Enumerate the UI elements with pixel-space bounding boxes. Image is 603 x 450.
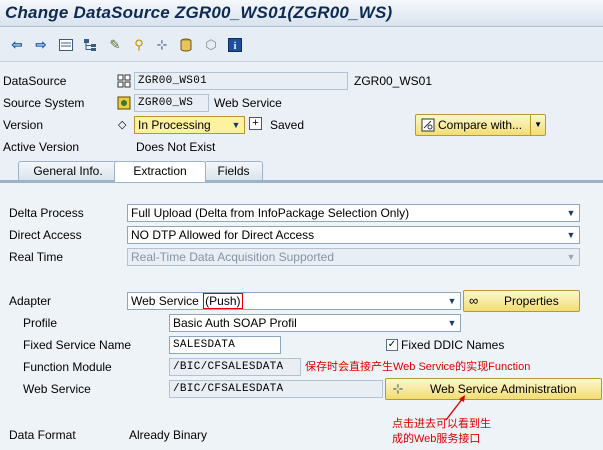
source-system-label: Source System xyxy=(3,96,85,110)
web-service-administration-button[interactable]: ⊹ Web Service Administration xyxy=(385,378,602,400)
direct-access-value: NO DTP Allowed for Direct Access xyxy=(131,228,315,242)
chevron-down-icon[interactable]: ▼ xyxy=(564,206,578,220)
compare-with-label: Compare with... xyxy=(438,118,523,132)
chevron-down-icon[interactable]: ▼ xyxy=(564,228,578,242)
object-icon[interactable]: ⬡ xyxy=(203,37,219,53)
datasource-field: ZGR00_WS01 xyxy=(134,72,348,90)
fixed-service-name-input[interactable]: SALESDATA xyxy=(169,336,281,354)
profile-dropdown[interactable]: Basic Auth SOAP Profil ▼ xyxy=(169,314,461,332)
svg-text:i: i xyxy=(234,41,237,52)
delta-process-value: Full Upload (Delta from InfoPackage Sele… xyxy=(131,206,410,220)
function-module-field: /BIC/CFSALESDATA xyxy=(169,358,301,376)
properties-label: Properties xyxy=(504,294,559,308)
fixed-ddic-checkbox[interactable]: ✓ xyxy=(386,339,398,351)
adapter-label: Adapter xyxy=(9,294,52,308)
chevron-down-icon: ▼ xyxy=(566,252,576,262)
compare-icon xyxy=(420,117,436,133)
version-label: Version xyxy=(3,118,44,132)
fixed-service-name-label: Fixed Service Name xyxy=(23,338,132,352)
tab-general-info[interactable]: General Info. xyxy=(18,161,118,181)
annotation-web-service-note-line2: 成的Web服务接口 xyxy=(392,433,481,445)
version-status: Saved xyxy=(270,118,305,132)
annotation-web-service-note-line1: 点击进去可以看到生 xyxy=(392,418,491,430)
annotation-function-note: 保存时会直接产生Web Service的实现Function xyxy=(305,361,531,373)
real-time-dropdown: Real-Time Data Acquisition Supported ▼ xyxy=(127,248,580,266)
delta-process-dropdown[interactable]: Full Upload (Delta from InfoPackage Sele… xyxy=(127,204,580,222)
fixed-ddic-label: Fixed DDIC Names xyxy=(401,338,505,352)
glasses-icon: ∞ xyxy=(469,293,479,308)
datasource-label: DataSource xyxy=(3,74,67,88)
direct-access-dropdown[interactable]: NO DTP Allowed for Direct Access ▼ xyxy=(127,226,580,244)
delta-process-label: Delta Process xyxy=(9,206,84,220)
title-bar: Change DataSource ZGR00_WS01(ZGR00_WS) xyxy=(0,0,603,27)
web-service-field: /BIC/CFSALESDATA xyxy=(169,380,383,398)
add-version-icon[interactable]: + xyxy=(249,117,262,130)
profile-label: Profile xyxy=(23,316,58,330)
real-time-label: Real Time xyxy=(9,250,64,264)
window-title: Change DataSource ZGR00_WS01(ZGR00_WS) xyxy=(5,3,393,22)
version-value: In Processing xyxy=(138,118,211,132)
sap-window: Change DataSource ZGR00_WS01(ZGR00_WS) ⇦… xyxy=(0,0,603,450)
source-system-icon xyxy=(116,95,132,111)
adapter-value: Web Service xyxy=(131,294,199,308)
compare-menu-icon[interactable]: ▼ xyxy=(530,115,542,135)
version-diamond-icon: ◇ xyxy=(118,119,127,131)
forward-icon[interactable]: ⇨ xyxy=(33,37,49,53)
chevron-down-icon[interactable]: ▼ xyxy=(445,294,459,308)
administration-icon: ⊹ xyxy=(392,381,404,396)
version-dropdown[interactable]: In Processing ▼ xyxy=(134,116,245,134)
active-version-label: Active Version xyxy=(3,140,80,154)
datasource-description: ZGR00_WS01 xyxy=(354,74,433,88)
application-toolbar: ⇦ ⇨ ✎ ⚲ ⊹ ⬡ i xyxy=(0,28,603,62)
display-icon[interactable] xyxy=(58,37,74,53)
real-time-value: Real-Time Data Acquisition Supported xyxy=(131,250,334,264)
adapter-push-highlight: (Push) xyxy=(203,293,243,309)
properties-button[interactable]: ∞ Properties xyxy=(463,290,580,312)
where-used-icon[interactable]: ⊹ xyxy=(154,37,170,53)
datasource-type-icon xyxy=(116,73,132,89)
data-format-value: Already Binary xyxy=(129,428,208,442)
web-service-label: Web Service xyxy=(23,382,91,396)
activate-icon[interactable]: ⚲ xyxy=(131,37,147,53)
direct-access-label: Direct Access xyxy=(9,228,82,242)
info-icon[interactable]: i xyxy=(227,37,243,53)
function-module-label: Function Module xyxy=(23,360,112,374)
adapter-dropdown[interactable]: Web Service (Push) ▼ xyxy=(127,292,461,310)
hierarchy-icon[interactable] xyxy=(82,37,98,53)
tab-fields[interactable]: Fields xyxy=(204,161,263,181)
chevron-down-icon[interactable]: ▼ xyxy=(445,316,459,330)
tab-extraction[interactable]: Extraction xyxy=(114,161,206,182)
data-format-label: Data Format xyxy=(9,428,76,442)
source-system-description: Web Service xyxy=(214,96,282,110)
database-icon[interactable] xyxy=(178,37,194,53)
profile-value: Basic Auth SOAP Profil xyxy=(173,316,297,330)
compare-with-button[interactable]: Compare with... ▼ xyxy=(415,114,546,136)
chevron-down-icon[interactable]: ▼ xyxy=(229,118,243,132)
back-icon[interactable]: ⇦ xyxy=(9,37,25,53)
active-version-value: Does Not Exist xyxy=(136,140,216,154)
source-system-field: ZGR00_WS xyxy=(134,94,209,112)
check-icon[interactable]: ✎ xyxy=(107,37,123,53)
